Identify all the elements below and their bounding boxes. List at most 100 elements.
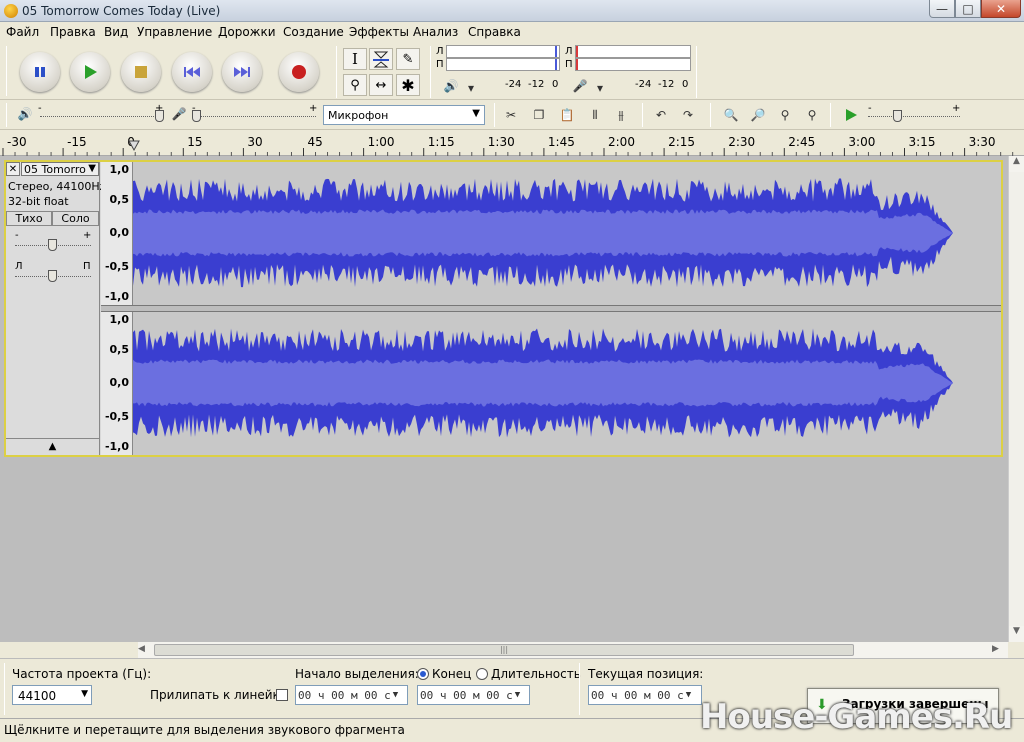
ruler-tick-label: 2:00 xyxy=(608,135,635,149)
fit-project-button[interactable]: ⚲ xyxy=(801,105,823,125)
input-device-select[interactable]: Микрофон ▼ xyxy=(323,105,485,125)
ytick-top-2: 0,5 xyxy=(109,193,130,206)
output-meter-menu-icon[interactable]: ▾ xyxy=(460,78,482,98)
track-name-menu[interactable]: 05 Tomorro ▼ xyxy=(21,162,99,176)
ruler-tick-label: -30 xyxy=(7,135,27,149)
menu-tracks[interactable]: Дорожки xyxy=(218,25,276,39)
play-speed-thumb[interactable] xyxy=(893,110,902,122)
ytick-top-1: 1,0 xyxy=(109,163,130,176)
waveform-right-channel[interactable] xyxy=(133,312,1001,455)
length-radio[interactable] xyxy=(476,668,488,680)
volume-minus-label: - xyxy=(38,103,42,114)
ruler-tick-label: 3:15 xyxy=(909,135,936,149)
pan-thumb[interactable] xyxy=(48,270,57,282)
draw-tool[interactable]: ✎ xyxy=(396,48,420,70)
menu-effects[interactable]: Эффекты xyxy=(349,25,409,39)
undo-icon: ↶ xyxy=(655,108,667,122)
input-volume-thumb[interactable] xyxy=(192,110,201,122)
output-meter-speaker-icon[interactable]: 🔊 xyxy=(440,76,462,96)
skip-end-button[interactable] xyxy=(222,52,262,92)
copy-button[interactable]: ❐ xyxy=(528,105,550,125)
play-at-speed-button[interactable] xyxy=(840,105,862,125)
current-position-time[interactable]: 00 ч 00 м 00 с ▼ xyxy=(588,685,702,705)
input-volume-slider[interactable] xyxy=(192,116,316,117)
paste-button[interactable]: 📋 xyxy=(556,105,578,125)
redo-button[interactable]: ↷ xyxy=(677,105,699,125)
collapse-track-icon[interactable]: ▲ xyxy=(6,438,99,454)
vertical-scroll-track[interactable] xyxy=(1009,172,1024,626)
zoom-tool[interactable]: ⚲ xyxy=(343,74,367,96)
waveform-left-channel[interactable] xyxy=(133,162,1001,305)
timeline-ruler[interactable]: -30-1501530451:001:151:301:452:002:152:3… xyxy=(0,130,1024,156)
speed-plus-label: + xyxy=(952,103,961,114)
skip-start-button[interactable] xyxy=(172,52,212,92)
play-speed-slider[interactable] xyxy=(868,116,960,117)
undo-button[interactable]: ↶ xyxy=(650,105,672,125)
window-title: 05 Tomorrow Comes Today (Live) xyxy=(22,4,221,18)
trim-button[interactable]: ⫴ xyxy=(584,105,606,125)
solo-button[interactable]: Соло xyxy=(52,211,99,226)
menu-file[interactable]: Файл xyxy=(6,25,39,39)
stop-button[interactable] xyxy=(121,52,161,92)
close-button[interactable]: ✕ xyxy=(981,0,1021,18)
snap-checkbox[interactable] xyxy=(276,689,288,701)
record-button[interactable] xyxy=(279,52,319,92)
envelope-tool[interactable] xyxy=(369,48,393,70)
chevron-down-icon: ▼ xyxy=(514,690,521,700)
multi-tool[interactable]: ✱ xyxy=(396,74,420,96)
end-radio[interactable] xyxy=(417,668,429,680)
vertical-scrollbar[interactable]: ▲ ▼ xyxy=(1008,156,1024,642)
input-volume-mic-icon: 🎤 xyxy=(171,107,187,121)
zoom-in-button[interactable]: 🔍 xyxy=(720,105,742,125)
trim-icon: ⫴ xyxy=(592,107,598,122)
output-volume-slider[interactable] xyxy=(40,116,162,117)
selection-tool[interactable]: I xyxy=(343,48,367,70)
mute-button[interactable]: Тихо xyxy=(6,211,52,226)
double-arrow-icon: ↔ xyxy=(375,77,387,93)
scroll-up-icon[interactable]: ▲ xyxy=(1009,156,1024,172)
ytick-bottom-5: -1,0 xyxy=(104,440,129,453)
menu-view[interactable]: Вид xyxy=(104,25,128,39)
pan-right-label: П xyxy=(83,261,91,272)
ytick-bottom-2: 0,5 xyxy=(109,343,130,356)
meter-right-letter-in: П xyxy=(565,59,573,70)
output-volume-thumb[interactable] xyxy=(155,110,164,122)
scroll-down-icon[interactable]: ▼ xyxy=(1009,626,1024,642)
close-track-icon[interactable]: ✕ xyxy=(6,162,20,176)
scroll-right-icon[interactable]: ▶ xyxy=(992,644,1006,656)
play-button[interactable] xyxy=(70,52,110,92)
maximize-button[interactable]: □ xyxy=(955,0,981,18)
track-format: Стерео, 44100Hz xyxy=(8,180,106,193)
menu-help[interactable]: Справка xyxy=(468,25,521,39)
amplitude-ruler-top: 1,0 0,5 0,0 -0,5 -1,0 xyxy=(101,162,133,305)
zoom-out-button[interactable]: 🔎 xyxy=(747,105,769,125)
horizontal-scroll-thumb[interactable]: ||| xyxy=(154,644,854,656)
input-meter-menu-icon[interactable]: ▾ xyxy=(589,78,611,98)
ytick-top-3: 0,0 xyxy=(109,226,130,239)
input-meter-left xyxy=(575,45,691,58)
ruler-ticks: -30-1501530451:001:151:301:452:002:152:3… xyxy=(2,135,1014,156)
project-rate-select[interactable]: 44100 ▼ xyxy=(12,685,92,705)
meter-right-letter: П xyxy=(436,59,444,70)
silence-button[interactable]: ⫵ xyxy=(610,105,632,125)
gain-thumb[interactable] xyxy=(48,239,57,251)
menu-analyze[interactable]: Анализ xyxy=(413,25,458,39)
scroll-left-icon[interactable]: ◀ xyxy=(138,644,152,656)
menu-transport[interactable]: Управление xyxy=(137,25,212,39)
end-radio-label: Конец xyxy=(432,667,472,681)
menu-generate[interactable]: Создание xyxy=(283,25,344,39)
horizontal-scrollbar[interactable]: ◀ ||| ▶ xyxy=(138,642,1008,658)
minimize-button[interactable]: — xyxy=(929,0,955,18)
cut-button[interactable]: ✂ xyxy=(500,105,522,125)
pause-button[interactable] xyxy=(20,52,60,92)
input-meter-mic-icon[interactable]: 🎤 xyxy=(569,76,591,96)
menu-edit[interactable]: Правка xyxy=(50,25,96,39)
ruler-tick-label: 3:30 xyxy=(969,135,996,149)
selection-end-time[interactable]: 00 ч 00 м 00 с ▼ xyxy=(417,685,530,705)
ytick-top-4: -0,5 xyxy=(104,260,129,273)
time-shift-tool[interactable]: ↔ xyxy=(369,74,393,96)
selection-start-time[interactable]: 00 ч 00 м 00 с ▼ xyxy=(295,685,408,705)
fit-selection-button[interactable]: ⚲ xyxy=(774,105,796,125)
selection-end-value: 00 ч 00 м 00 с xyxy=(420,688,513,702)
ytick-bottom-4: -0,5 xyxy=(104,410,129,423)
